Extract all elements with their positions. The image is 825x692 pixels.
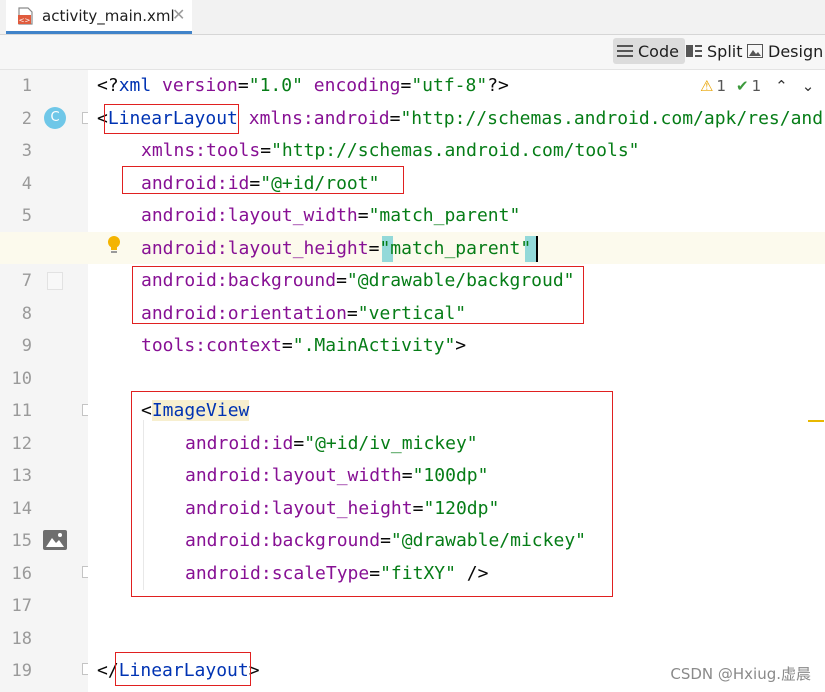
line-number: 16 <box>11 564 32 584</box>
code-lines-icon <box>617 45 633 57</box>
lightbulb-icon[interactable] <box>106 235 122 255</box>
editor-view-toolbar: Code Split Design <box>0 35 825 70</box>
warning-icon: ⚠ <box>700 77 714 95</box>
line-number: 12 <box>11 434 32 454</box>
code-line-3: xmlns:tools="http://schemas.android.com/… <box>141 140 640 161</box>
line-number: 3 <box>21 141 32 161</box>
xml-file-icon: <> <box>18 7 33 25</box>
code-line-1: <?xml version="1.0" encoding="utf-8"?> <box>97 75 509 96</box>
tab-title: activity_main.xml <box>42 7 175 25</box>
next-highlight-icon[interactable]: ⌄ <box>802 77 815 95</box>
code-line-5: android:layout_width="match_parent" <box>141 205 521 226</box>
split-view-button[interactable]: Split <box>682 38 748 64</box>
inspection-widget[interactable]: ⚠ 1 ✔ 1 ⌃ ⌄ <box>700 76 814 96</box>
warning-count: 1 <box>716 77 726 95</box>
line-number: 18 <box>11 629 32 649</box>
image-icon <box>747 44 763 58</box>
line-number: 5 <box>21 206 32 226</box>
previous-highlight-icon[interactable]: ⌃ <box>775 77 788 95</box>
line-number: 9 <box>21 336 32 356</box>
line-number: 10 <box>11 369 32 389</box>
split-view-icon <box>686 45 702 57</box>
tab-activity-main-xml[interactable]: <> activity_main.xml ✕ <box>6 0 192 34</box>
line-number: 7 <box>21 271 32 291</box>
color-swatch-icon[interactable] <box>47 272 63 290</box>
line-number: 14 <box>11 499 32 519</box>
split-view-label: Split <box>707 41 743 61</box>
annotation-box-android-id <box>122 166 404 194</box>
weak-warning-icon: ✔ <box>736 77 749 95</box>
line-number: 13 <box>11 466 32 486</box>
annotation-box-background-orientation <box>132 266 584 324</box>
image-preview-icon[interactable] <box>43 530 67 550</box>
design-view-button[interactable]: Design <box>743 38 825 64</box>
code-line-9: tools:context=".MainActivity"> <box>141 335 467 356</box>
line-number: 19 <box>11 661 32 681</box>
code-view-button[interactable]: Code <box>613 38 685 64</box>
line-number: 11 <box>11 401 32 421</box>
code-editor[interactable] <box>88 70 825 692</box>
code-line-6: android:layout_height="match_parent" <box>141 238 532 259</box>
annotation-box-imageview <box>131 391 613 597</box>
editor-tab-bar: <> activity_main.xml ✕ <box>0 0 825 35</box>
class-marker-icon[interactable]: C <box>44 107 66 129</box>
design-view-label: Design <box>768 41 824 61</box>
line-number: 17 <box>11 596 32 616</box>
line-number: 2 <box>21 109 32 129</box>
watermark: CSDN @Hxiug.虚晨 <box>670 665 811 683</box>
close-tab-icon[interactable]: ✕ <box>172 5 185 24</box>
annotation-box-linearlayout-open <box>104 104 239 134</box>
annotation-box-linearlayout-close <box>115 652 251 686</box>
code-view-label: Code <box>638 41 679 61</box>
line-number: 8 <box>21 304 32 324</box>
line-number: 4 <box>21 174 32 194</box>
line-number: 1 <box>21 76 32 96</box>
line-number: 15 <box>11 531 32 551</box>
weak-warning-count: 1 <box>751 77 762 95</box>
svg-text:<>: <> <box>19 17 31 25</box>
scrollbar-warning-marker[interactable] <box>808 420 824 422</box>
text-caret <box>536 236 538 262</box>
